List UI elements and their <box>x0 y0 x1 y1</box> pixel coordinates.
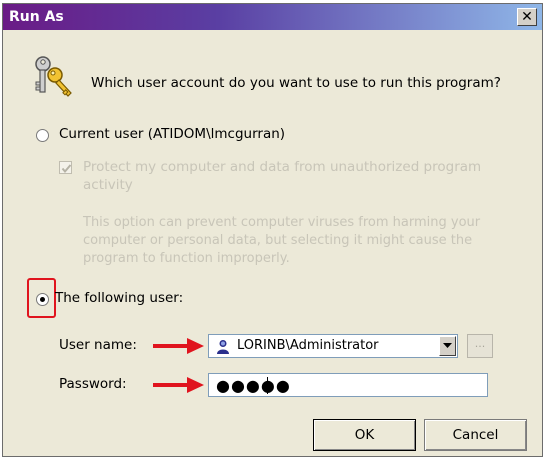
password-input[interactable]: ●●●●● <box>208 373 488 397</box>
password-label: Password: <box>59 376 127 392</box>
red-arrow-icon <box>153 377 204 393</box>
close-icon: ✕ <box>521 9 533 25</box>
user-name-combobox[interactable]: LORINB\Administrator <box>208 334 458 358</box>
user-name-dropdown-button[interactable] <box>439 336 456 356</box>
following-user-radio[interactable] <box>36 293 49 306</box>
protect-checkbox[interactable] <box>59 161 72 174</box>
browse-button[interactable]: ... <box>467 334 493 358</box>
run-as-dialog: Run As ✕ Which user account do you want … <box>2 3 543 457</box>
close-button[interactable]: ✕ <box>517 8 537 26</box>
protect-label-line2: activity <box>83 177 133 193</box>
text-caret <box>267 377 268 394</box>
prompt-question: Which user account do you want to use to… <box>91 75 501 91</box>
password-masked-value: ●●●●● <box>216 376 291 395</box>
protect-description-line1: This option can prevent computer viruses… <box>83 215 481 230</box>
radio-selected-dot <box>40 297 45 302</box>
chevron-down-icon <box>443 343 452 348</box>
user-name-label: User name: <box>59 337 137 353</box>
red-arrow-icon <box>153 338 204 354</box>
user-name-value: LORINB\Administrator <box>237 338 379 353</box>
protect-description-line3: program to function improperly. <box>83 251 290 266</box>
checkmark-icon <box>61 164 72 174</box>
cancel-button[interactable]: Cancel <box>424 419 527 451</box>
current-user-label[interactable]: Current user (ATIDOM\lmcgurran) <box>59 126 285 142</box>
protect-description: This option can prevent computer viruses… <box>83 214 480 268</box>
protect-label-line1: Protect my computer and data from unauth… <box>83 159 482 175</box>
title-bar[interactable]: Run As ✕ <box>3 4 542 30</box>
current-user-radio[interactable] <box>36 129 49 142</box>
following-user-label[interactable]: The following user: <box>55 290 183 306</box>
user-icon <box>217 340 229 354</box>
protect-description-line2: computer or personal data, but selecting… <box>83 233 473 248</box>
ok-button[interactable]: OK <box>313 419 416 451</box>
window-title: Run As <box>9 9 64 25</box>
keys-icon <box>35 56 72 97</box>
